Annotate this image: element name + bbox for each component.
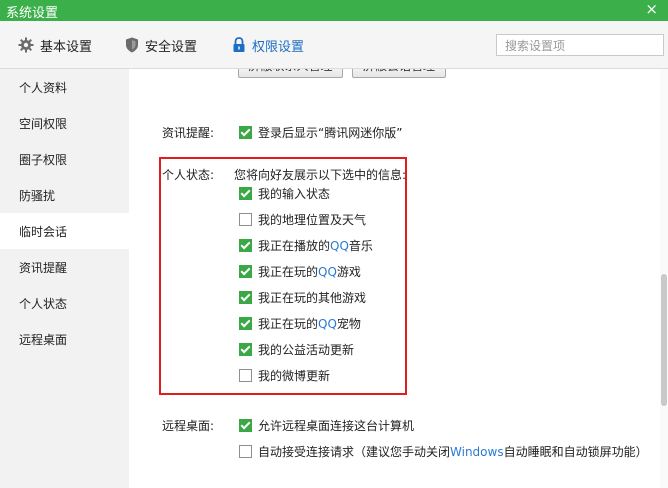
tab-security-settings[interactable]: 安全设置	[125, 35, 197, 55]
status-option-qq-game[interactable]: 我正在玩的QQ游戏	[239, 263, 361, 279]
checkbox[interactable]	[239, 290, 252, 304]
status-option-typing[interactable]: 我的输入状态	[239, 185, 330, 201]
scrollbar-thumb[interactable]	[661, 274, 667, 406]
news-reminder-label: 资讯提醒:	[162, 126, 215, 140]
remote-auto-accept-option[interactable]: 自动接受连接请求（建议您手动关闭Windows自动睡眠和自动锁屏功能）	[239, 443, 648, 459]
sidebar-item-anti-harassment[interactable]: 防骚扰	[0, 177, 129, 213]
checkbox[interactable]	[239, 212, 252, 226]
checkbox[interactable]	[239, 368, 252, 382]
sidebar-item-label: 圈子权限	[19, 152, 68, 167]
checkbox[interactable]	[239, 238, 252, 252]
search-input[interactable]	[503, 36, 647, 56]
checkbox[interactable]	[239, 264, 252, 278]
sidebar-item-label: 个人状态	[19, 296, 68, 311]
title-bar: 系统设置 ×	[0, 0, 668, 21]
tab-permission-settings[interactable]: 权限设置	[232, 35, 304, 55]
shield-icon	[126, 37, 138, 53]
checkbox[interactable]	[239, 125, 252, 139]
scrollbar[interactable]	[660, 69, 668, 488]
tab-label: 基本设置	[40, 39, 93, 55]
status-option-qq-music[interactable]: 我正在播放的QQ音乐	[239, 237, 373, 253]
sidebar-item-news-reminder[interactable]: 资讯提醒	[0, 249, 129, 285]
status-option-other-games[interactable]: 我正在玩的其他游戏	[239, 289, 366, 305]
status-option-qq-pet[interactable]: 我正在玩的QQ宠物	[239, 315, 361, 331]
status-option-location-weather[interactable]: 我的地理位置及天气	[239, 211, 366, 227]
sidebar-item-profile[interactable]: 个人资料	[0, 69, 129, 105]
remote-desktop-label: 远程桌面:	[162, 419, 215, 433]
sidebar-item-label: 个人资料	[19, 80, 68, 95]
gear-icon	[18, 37, 34, 53]
checkbox[interactable]	[239, 186, 252, 200]
sidebar: 个人资料 空间权限 圈子权限 防骚扰 临时会话 资讯提醒 个人状态 远程桌面	[0, 69, 129, 488]
window-title: 系统设置	[6, 6, 59, 21]
sidebar-item-label: 临时会话	[19, 224, 68, 239]
tab-basic-settings[interactable]: 基本设置	[18, 35, 92, 55]
sidebar-item-label: 空间权限	[19, 116, 68, 131]
checkbox[interactable]	[239, 418, 252, 432]
status-intro-text: 您将向好友展示以下选中的信息:	[234, 168, 407, 182]
tab-label: 安全设置	[145, 39, 198, 55]
settings-panel: 屏蔽联系人管理 屏蔽会话管理 资讯提醒: 登录后显示“腾讯网迷你版” 个人状态:…	[129, 69, 668, 488]
blocked-sessions-button[interactable]: 屏蔽会话管理	[352, 69, 446, 78]
tab-label: 权限设置	[252, 39, 305, 55]
checkbox[interactable]	[239, 316, 252, 330]
sidebar-item-label: 远程桌面	[19, 332, 68, 347]
lock-icon	[233, 37, 245, 52]
status-option-charity-updates[interactable]: 我的公益活动更新	[239, 341, 354, 357]
close-button[interactable]: ×	[645, 0, 658, 18]
blocked-contacts-button[interactable]: 屏蔽联系人管理	[238, 69, 343, 78]
news-mini-option[interactable]: 登录后显示“腾讯网迷你版”	[239, 124, 402, 140]
sidebar-item-personal-status[interactable]: 个人状态	[0, 285, 129, 321]
sidebar-item-temp-session[interactable]: 临时会话	[0, 213, 129, 249]
personal-status-label: 个人状态:	[162, 168, 215, 182]
status-option-weibo-updates[interactable]: 我的微博更新	[239, 367, 330, 383]
sidebar-item-label: 资讯提醒	[19, 260, 68, 275]
sidebar-item-circle-permission[interactable]: 圈子权限	[0, 141, 129, 177]
sidebar-item-remote-desktop[interactable]: 远程桌面	[0, 321, 129, 357]
sidebar-item-space-permission[interactable]: 空间权限	[0, 105, 129, 141]
search-box[interactable]	[496, 34, 664, 56]
sidebar-item-label: 防骚扰	[19, 188, 56, 203]
remote-allow-option[interactable]: 允许远程桌面连接这台计算机	[239, 417, 414, 433]
checkbox[interactable]	[239, 444, 252, 458]
checkbox[interactable]	[239, 342, 252, 356]
tab-bar: 基本设置 安全设置 权限设置	[0, 21, 668, 69]
